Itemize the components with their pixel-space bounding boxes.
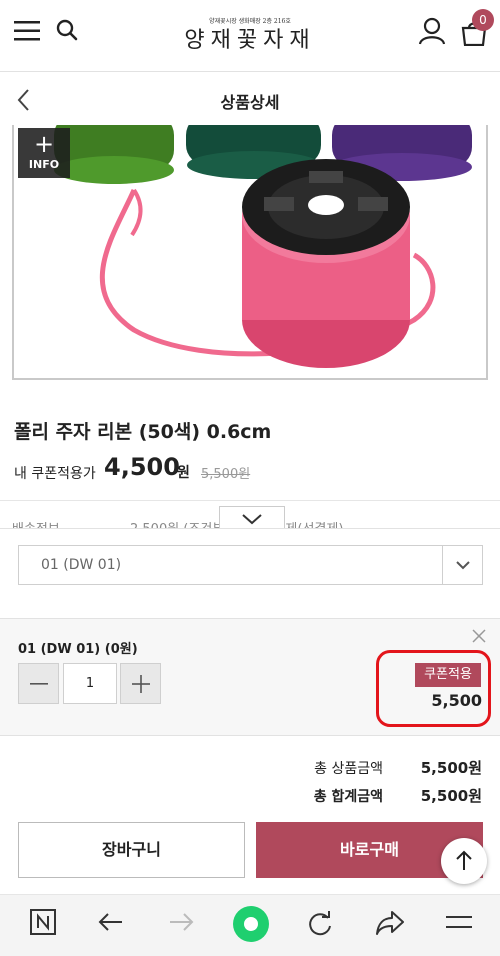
- chevron-down-icon: [456, 561, 470, 570]
- user-icon[interactable]: [418, 17, 446, 45]
- refresh-icon[interactable]: [306, 910, 334, 938]
- sale-price: 4,500: [104, 453, 180, 481]
- select-arrow[interactable]: [442, 546, 482, 584]
- info-label: INFO: [28, 158, 60, 171]
- shipping-label: 배송정보: [12, 518, 60, 528]
- menu-icon[interactable]: [446, 914, 472, 932]
- product-total-value: 5,500원: [420, 759, 482, 777]
- page-title: 상품상세: [220, 93, 280, 112]
- back-arrow-icon[interactable]: [98, 912, 124, 932]
- search-icon[interactable]: [56, 19, 78, 41]
- green-dot-icon[interactable]: [232, 905, 270, 943]
- add-to-cart-button[interactable]: 장바구니: [18, 822, 245, 878]
- product-image[interactable]: [12, 125, 488, 380]
- coupon-price-label: 내 쿠폰적용가: [14, 466, 96, 482]
- quantity-input[interactable]: 1: [63, 663, 117, 704]
- product-name: 폴리 주자 리본 (50색) 0.6cm: [14, 421, 272, 443]
- original-price: 5,500원: [201, 467, 251, 482]
- plus-icon: +: [33, 130, 55, 158]
- site-header: 양재꽃시장 생화매장 2층 216호 양재꽃자재 0: [0, 0, 500, 72]
- chevron-down-icon: [242, 514, 262, 525]
- ribbon-spools-illustration: [54, 125, 472, 368]
- option-select[interactable]: 01 (DW 01): [18, 545, 483, 585]
- arrow-up-icon: [456, 850, 472, 870]
- grand-total-label: 총 합계금액: [313, 789, 383, 805]
- sale-price-unit: 원: [177, 465, 190, 481]
- cart-count-badge: 0: [472, 9, 494, 31]
- close-icon[interactable]: [472, 629, 486, 643]
- option-select-value: 01 (DW 01): [41, 557, 122, 573]
- shipping-info: 2,500원 (조건부 무료) 선결제(선결제): [130, 518, 460, 528]
- highlight-annotation: [376, 650, 491, 727]
- product-total-label: 총 상품금액: [314, 761, 383, 777]
- page-titlebar: 상품상세: [0, 73, 500, 125]
- quantity-decrease-button[interactable]: [18, 663, 59, 704]
- site-logo[interactable]: 양재꽃자재: [150, 22, 350, 54]
- grand-total-value: 5,500원: [420, 787, 482, 805]
- scroll-to-top-button[interactable]: [441, 838, 487, 884]
- plus-icon: [132, 675, 150, 693]
- menu-icon[interactable]: [14, 20, 40, 42]
- naver-home-icon[interactable]: [30, 909, 56, 935]
- info-button[interactable]: + INFO: [18, 128, 70, 178]
- minus-icon: [30, 683, 48, 685]
- divider: [0, 500, 500, 501]
- quantity-increase-button[interactable]: [120, 663, 161, 704]
- forward-arrow-icon[interactable]: [168, 912, 194, 932]
- selected-option-name: 01 (DW 01) (0원): [18, 642, 138, 657]
- share-icon[interactable]: [375, 910, 405, 936]
